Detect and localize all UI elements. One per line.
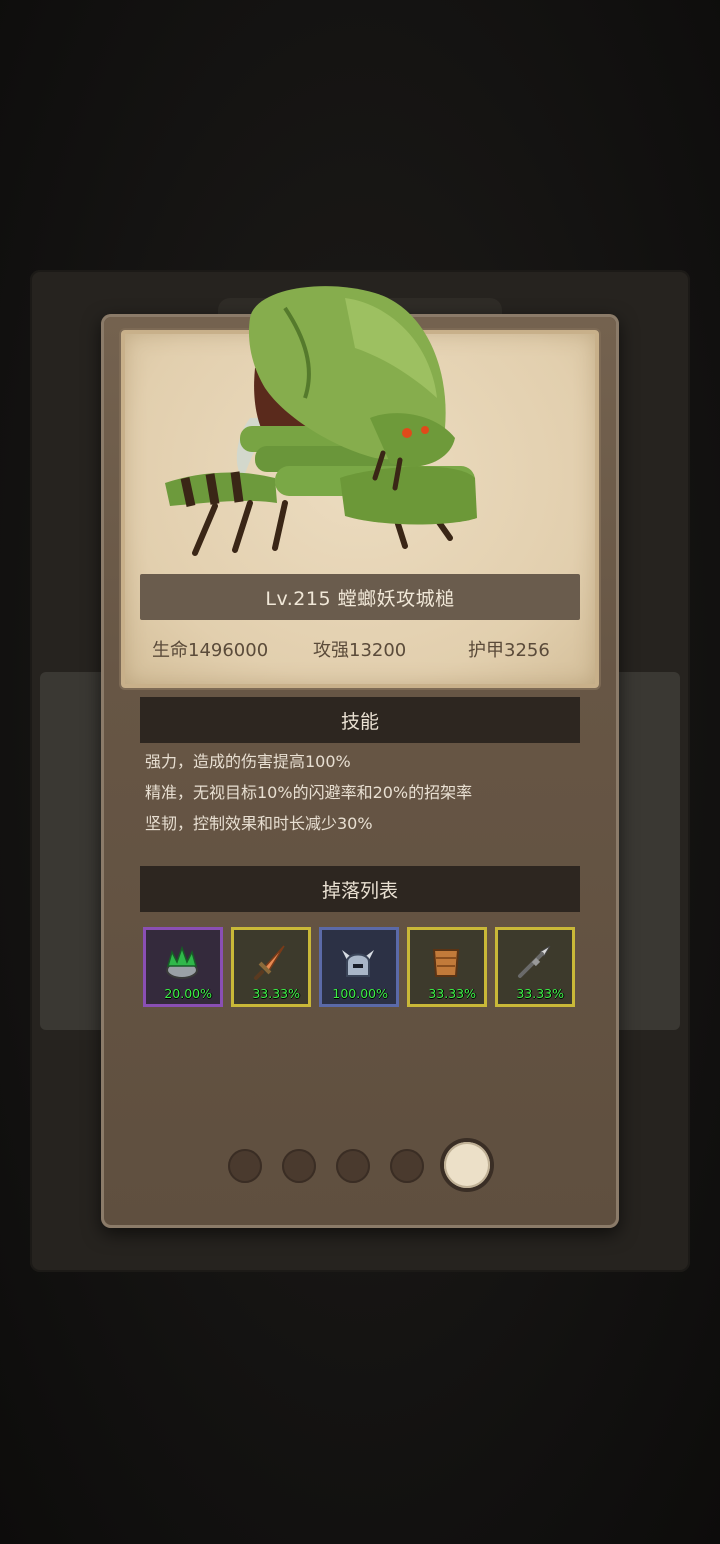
stat-attack: 攻强13200	[313, 640, 407, 661]
drop-list-header: 掉落列表	[140, 866, 580, 912]
skill-line: 精准，无视目标10%的闪避率和20%的招架率	[145, 783, 473, 802]
mantis-monster-portrait	[165, 286, 477, 556]
skills-header: 技能	[140, 697, 580, 743]
green-crown-icon	[166, 945, 198, 979]
drop-chance: 20.00%	[164, 986, 212, 1001]
drop-item-slot[interactable]: 100.00%	[319, 927, 399, 1007]
stat-hp: 生命1496000	[152, 640, 269, 661]
page-dot[interactable]	[336, 1149, 370, 1183]
drop-item-slot[interactable]: 33.33%	[495, 927, 575, 1007]
monster-name-bar: Lv.215 螳螂妖攻城槌	[140, 574, 580, 620]
drop-item-slot[interactable]: 33.33%	[407, 927, 487, 1007]
drop-chance: 33.33%	[252, 986, 300, 1001]
drop-item-slot[interactable]: 20.00%	[143, 927, 223, 1007]
skill-line: 强力，造成的伤害提高100%	[145, 752, 351, 771]
spear-icon	[518, 945, 551, 978]
drop-item-slot[interactable]: 33.33%	[231, 927, 311, 1007]
page-indicator	[0, 1142, 720, 1192]
background-side-panel-right	[612, 672, 680, 1030]
monster-stats: 生命1496000 攻强13200 护甲3256	[121, 636, 599, 666]
skills-title: 技能	[340, 710, 379, 733]
stat-armor: 护甲3256	[468, 640, 550, 661]
drop-chance: 33.33%	[516, 986, 564, 1001]
drop-list-title: 掉落列表	[321, 879, 398, 902]
page-dot[interactable]	[228, 1149, 262, 1183]
skill-line: 坚韧，控制效果和时长减少30%	[145, 814, 373, 833]
page-dot-active[interactable]	[444, 1142, 490, 1188]
monster-name: Lv.215 螳螂妖攻城槌	[265, 587, 455, 610]
drop-chance: 33.33%	[428, 986, 476, 1001]
screen: Lv.215 螳螂妖攻城槌 生命1496000 攻强13200 护甲3256 技…	[0, 0, 720, 1544]
drop-chance: 100.00%	[332, 986, 388, 1001]
dagger-icon	[254, 945, 285, 980]
horned-helmet-icon	[342, 950, 374, 977]
leather-armor-icon	[432, 949, 460, 977]
page-dot[interactable]	[282, 1149, 316, 1183]
background-side-panel-left	[40, 672, 110, 1030]
page-dot[interactable]	[390, 1149, 424, 1183]
